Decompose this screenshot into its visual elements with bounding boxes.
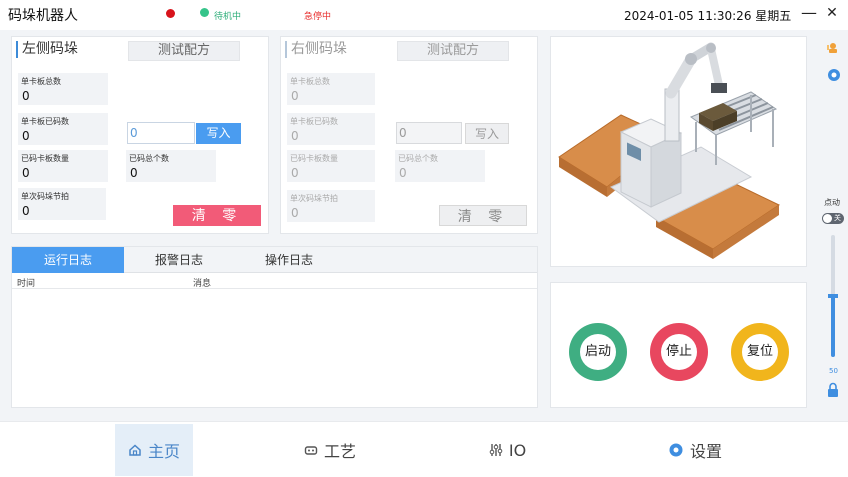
speed-value: 50 xyxy=(829,367,838,375)
gear-icon xyxy=(669,443,683,457)
nav-settings-label: 设置 xyxy=(689,442,722,461)
nav-home-label: 主页 xyxy=(147,442,180,461)
nav-io-label: IO xyxy=(508,440,527,460)
tab-run-log[interactable]: 运行日志 xyxy=(12,247,124,273)
left-field-cycle: 单次码垛节拍 0 xyxy=(18,188,106,220)
jog-toggle-knob xyxy=(823,214,832,223)
stop-label: 停止 xyxy=(661,334,697,370)
nav-settings[interactable]: 设置 xyxy=(660,424,730,476)
left-field-total-count: 已码总个数 0 xyxy=(126,150,216,182)
start-label: 启动 xyxy=(580,334,616,370)
speed-slider-fill xyxy=(831,296,835,357)
lock-icon[interactable] xyxy=(827,382,839,398)
home-icon xyxy=(129,444,141,456)
right-panel-title: 右侧码垛 xyxy=(285,41,347,58)
tab-operation-log[interactable]: 操作日志 xyxy=(234,247,344,273)
palletizing-robot-image xyxy=(558,42,781,259)
settings-gear-icon[interactable] xyxy=(827,67,841,81)
stop-button[interactable]: 停止 xyxy=(650,323,708,381)
right-field-total-count: 已码总个数 0 xyxy=(395,150,485,182)
datetime: 2024-01-05 11:30:26 星期五 xyxy=(624,9,792,23)
nav-process-label: 工艺 xyxy=(323,442,356,461)
left-stacking-panel: 左侧码垛 测试配方 单卡板总数 0 单卡板已码数 0 写入 已码卡板数量 0 已… xyxy=(11,36,269,234)
speed-slider-handle[interactable] xyxy=(828,294,838,298)
right-stacking-panel: 右侧码垛 测试配方 单卡板总数 0 单卡板已码数 0 写入 已码卡板数量 0 已… xyxy=(280,36,538,234)
jog-label: 点动 xyxy=(824,198,840,207)
nav-process[interactable]: 工艺 xyxy=(295,424,365,476)
nav-io[interactable]: IO xyxy=(480,424,535,476)
tab-alarm-log[interactable]: 报警日志 xyxy=(124,247,234,273)
reset-button[interactable]: 复位 xyxy=(731,323,789,381)
robot-status-icon[interactable] xyxy=(826,40,842,54)
right-field-total: 单卡板总数 0 xyxy=(287,73,375,105)
nav-home[interactable]: 主页 xyxy=(115,424,193,476)
robot-icon xyxy=(304,446,318,455)
title-bar: 码垛机器人 待机中 急停中 2024-01-05 11:30:26 星期五 — … xyxy=(0,0,848,30)
minimize-button[interactable]: — xyxy=(799,3,819,23)
left-field-stacked: 单卡板已码数 0 xyxy=(18,113,108,145)
speed-slider-track[interactable] xyxy=(828,235,838,357)
reset-label: 复位 xyxy=(742,334,778,370)
left-write-button[interactable]: 写入 xyxy=(196,123,241,144)
left-field-pallets: 已码卡板数量 0 xyxy=(18,150,108,182)
sliders-icon xyxy=(489,444,503,456)
jog-toggle-text: 关 xyxy=(834,214,841,222)
bottom-nav: 主页 工艺 IO 设置 xyxy=(0,421,848,477)
right-clear-button[interactable]: 清 零 xyxy=(439,205,527,226)
right-recipe-button[interactable]: 测试配方 xyxy=(397,41,509,61)
left-recipe-button[interactable]: 测试配方 xyxy=(128,41,240,61)
start-button[interactable]: 启动 xyxy=(569,323,627,381)
left-count-input[interactable] xyxy=(127,122,195,144)
left-panel-title: 左侧码垛 xyxy=(16,41,78,58)
right-field-stacked: 单卡板已码数 0 xyxy=(287,113,375,145)
log-header-divider xyxy=(12,288,537,289)
right-field-pallets: 已码卡板数量 0 xyxy=(287,150,375,182)
right-field-cycle: 单次码垛节拍 0 xyxy=(287,190,375,222)
control-panel: 启动 停止 复位 xyxy=(550,282,807,408)
standby-indicator-icon xyxy=(200,8,209,17)
left-clear-button[interactable]: 清 零 xyxy=(173,205,261,226)
jog-toggle[interactable]: 关 xyxy=(822,213,844,224)
app-title: 码垛机器人 xyxy=(8,8,78,24)
standby-status: 待机中 xyxy=(214,12,242,22)
right-count-input[interactable] xyxy=(396,122,462,144)
alarm-indicator-icon xyxy=(166,9,175,18)
close-button[interactable]: ✕ xyxy=(822,3,842,23)
right-write-button[interactable]: 写入 xyxy=(465,123,509,144)
robot-illustration-panel xyxy=(550,36,807,267)
left-field-total: 单卡板总数 0 xyxy=(18,73,108,105)
estop-status: 急停中 xyxy=(304,12,332,22)
log-panel: 运行日志 报警日志 操作日志 时间 消息 xyxy=(11,246,538,408)
